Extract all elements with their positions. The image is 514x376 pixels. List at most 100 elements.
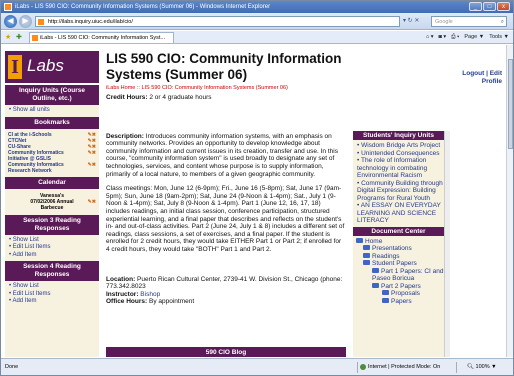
folder-icon xyxy=(356,237,363,243)
profile-link[interactable]: Profile xyxy=(462,78,502,86)
edit-delete-icon: ✎✖ xyxy=(87,198,96,205)
window-title: iLabs - LIS 590 CIO: Community Informati… xyxy=(15,4,271,10)
tree-folder[interactable]: Part 2 Papers xyxy=(356,282,444,291)
calendar-header: Calendar xyxy=(5,176,99,189)
unit-link[interactable]: Wisdom Bridge Arts Project xyxy=(353,142,444,150)
unit-link[interactable]: The role of Information technology in co… xyxy=(353,157,444,180)
folder-icon xyxy=(363,245,370,250)
tree-folder[interactable]: Proposals xyxy=(356,290,444,298)
status-text: Done xyxy=(5,364,19,370)
logo-i-mark: I xyxy=(8,55,22,79)
browser-tab[interactable]: iLabs - LIS 590 CIO: Community Informati… xyxy=(29,32,174,43)
calendar-event-title: Barbecue xyxy=(40,204,64,211)
maximize-button[interactable]: □ xyxy=(483,2,496,11)
tree-home[interactable]: Home xyxy=(356,237,444,246)
tree-folder[interactable]: Presentations xyxy=(356,245,444,253)
add-item-link[interactable]: Add Item xyxy=(5,252,99,260)
close-button[interactable]: x xyxy=(497,2,510,11)
folder-icon xyxy=(363,252,370,258)
breadcrumb-current: :: LIS 590 CIO: Community Information Sy… xyxy=(135,85,288,91)
tools-menu[interactable]: Tools ▼ xyxy=(489,32,509,42)
edit-list-items-link[interactable]: Edit List Items xyxy=(5,291,99,299)
show-all-units-link[interactable]: Show all units xyxy=(5,107,99,115)
description: Description: Introduces community inform… xyxy=(106,132,338,178)
page-scrollbar[interactable] xyxy=(506,45,513,357)
print-icon[interactable]: ⎙ ▾ xyxy=(451,32,459,42)
folder-icon xyxy=(372,282,379,288)
bookmarks-header: Bookmarks xyxy=(5,116,99,129)
blog-header[interactable]: 590 CIO Blog xyxy=(106,347,346,357)
right-sidebar: Students' Inquiry Units Wisdom Bridge Ar… xyxy=(353,131,444,357)
feeds-icon[interactable]: ◙ ▾ xyxy=(438,32,446,42)
breadcrumb-home-link[interactable]: iLabs Home xyxy=(106,85,135,91)
tree-folder[interactable]: Student Papers xyxy=(356,260,444,268)
ilabs-logo[interactable]: I Labs xyxy=(5,51,99,83)
breadcrumb: iLabs Home :: LIS 590 CIO: Community Inf… xyxy=(106,85,346,92)
class-meetings: Class meetings: Mon, June 12 (6-9pm); Fr… xyxy=(106,185,345,253)
tree-folder[interactable]: Papers xyxy=(356,297,444,306)
back-button[interactable]: ◀ xyxy=(4,15,17,28)
minimize-button[interactable]: _ xyxy=(469,2,482,11)
zoom-level[interactable]: 🔍︎ 100% ▼ xyxy=(467,359,497,375)
page-menu[interactable]: Page ▼ xyxy=(464,32,484,42)
tab-bar: ★ ✚ iLabs - LIS 590 CIO: Community Infor… xyxy=(1,31,513,44)
command-bar: ⌂ ▾ ◙ ▾ ⎙ ▾ Page ▼ Tools ▼ xyxy=(426,32,509,42)
show-list-link[interactable]: Show List xyxy=(5,283,99,291)
calendar-event-date: 07/02/2006 Annual ✎✖ xyxy=(30,198,96,205)
address-toolbar: ◀ ▶ http://ilabs.inquiry.uiuc.edu/ilab/c… xyxy=(1,13,513,30)
address-url: http://ilabs.inquiry.uiuc.edu/ilab/cio/ xyxy=(48,19,133,25)
scrollbar-thumb[interactable] xyxy=(508,59,513,149)
logo-text: Labs xyxy=(27,56,64,75)
search-icon[interactable]: ⌕ xyxy=(501,17,504,27)
address-bar[interactable]: http://ilabs.inquiry.uiuc.edu/ilab/cio/ xyxy=(35,16,400,27)
search-box[interactable]: Google ⌕ xyxy=(431,16,507,27)
page-content: I Labs LIS 590 CIO: Community Informatio… xyxy=(1,45,506,357)
add-item-link[interactable]: Add Item xyxy=(5,298,99,306)
show-list-link[interactable]: Show List xyxy=(5,237,99,245)
tab-favicon-icon xyxy=(32,35,38,41)
session3-header: Session 3 Reading Responses xyxy=(5,214,99,235)
credit-hours: Credit Hours: 2 or 4 graduate hours xyxy=(106,94,212,101)
instructor-link[interactable]: Bishop xyxy=(139,291,160,298)
ie-app-icon xyxy=(4,3,12,11)
edit-list-items-link[interactable]: Edit List Items xyxy=(5,244,99,252)
document-center-header: Document Center xyxy=(353,226,444,236)
favorites-star-icon[interactable]: ★ xyxy=(5,33,11,41)
edit-delete-icon: ✎✖ xyxy=(87,161,96,168)
tree-folder[interactable]: Part 1 Papers: CI and Paseo Boricua xyxy=(356,267,444,283)
bookmark-item[interactable]: Community Informatics Initiative @ GSLIS… xyxy=(5,150,99,162)
bookmark-item[interactable]: Community Informatics Research Network ✎✖ xyxy=(5,162,99,174)
folder-icon xyxy=(372,267,379,273)
session4-header: Session 4 Reading Responses xyxy=(5,261,99,281)
logout-edit-link[interactable]: Logout | Edit xyxy=(462,70,502,78)
home-icon[interactable]: ⌂ ▾ xyxy=(426,32,434,42)
folder-icon xyxy=(382,297,389,303)
main-content: iLabs Home :: LIS 590 CIO: Community Inf… xyxy=(106,85,346,357)
refresh-stop-icons[interactable]: ▾ ↻ ✕ xyxy=(403,17,419,24)
unit-link[interactable]: Unintended Consequences xyxy=(353,150,444,158)
security-zone[interactable]: Internet | Protected Mode: On xyxy=(357,362,457,373)
tab-title: iLabs - LIS 590 CIO: Community Informati… xyxy=(40,35,166,41)
unit-link[interactable]: Community Building through Digital Expre… xyxy=(353,180,444,203)
browser-window: iLabs - LIS 590 CIO: Community Informati… xyxy=(0,0,514,376)
forward-button[interactable]: ▶ xyxy=(19,15,32,28)
edit-delete-icon: ✎✖ xyxy=(87,149,96,156)
status-bar: Done Internet | Protected Mode: On 🔍︎ 10… xyxy=(1,358,513,375)
tree-folder[interactable]: Readings xyxy=(356,252,444,261)
window-titlebar: iLabs - LIS 590 CIO: Community Informati… xyxy=(1,1,513,13)
calendar-event[interactable]: Vanessa's 07/02/2006 Annual ✎✖ Barbecue xyxy=(5,189,99,215)
inquiry-units-header: Inquiry Units (Course Outline, etc.) xyxy=(5,85,99,105)
folder-icon xyxy=(382,290,389,295)
student-units-header: Students' Inquiry Units xyxy=(353,131,444,140)
folder-icon xyxy=(363,260,370,265)
office-hours: Office Hours: By appointment xyxy=(106,298,195,306)
page-title: LIS 590 CIO: Community Information Syste… xyxy=(106,51,342,82)
unit-link[interactable]: AN ESSAY ON EVERYDAY LEARNING AND SCIENC… xyxy=(353,202,444,225)
instructor: Instructor: Bishop xyxy=(106,290,161,298)
add-favorites-icon[interactable]: ✚ xyxy=(16,33,22,41)
location: Location: Puerto Rican Cultural Center, … xyxy=(106,275,343,291)
sidebar-scrollbar[interactable] xyxy=(444,131,450,357)
account-links: Logout | Edit Profile xyxy=(462,70,502,86)
search-placeholder: Google xyxy=(435,19,453,25)
left-sidebar: Inquiry Units (Course Outline, etc.) Sho… xyxy=(5,85,99,357)
